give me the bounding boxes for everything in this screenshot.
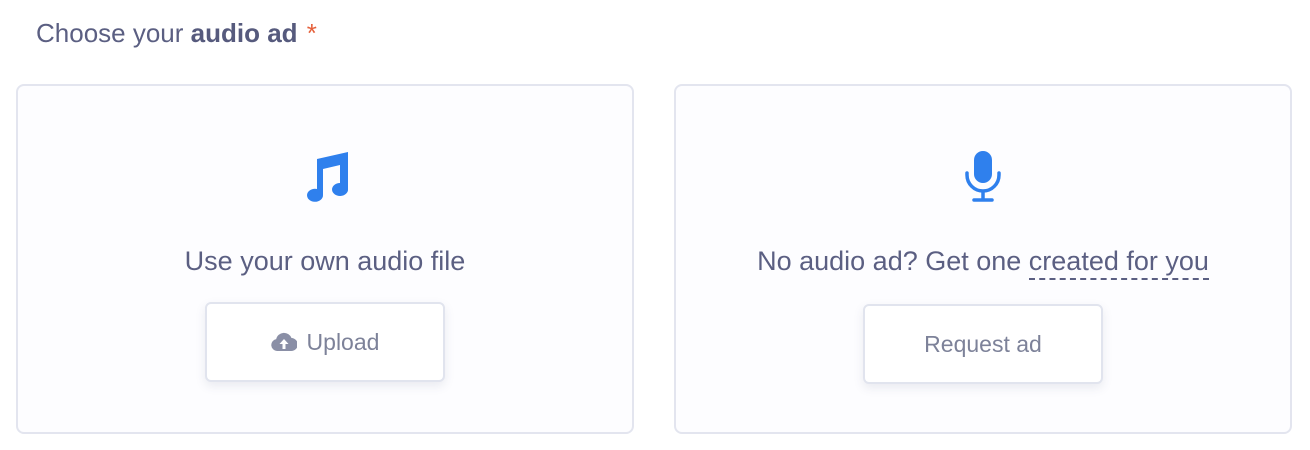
- upload-button[interactable]: Upload: [205, 302, 445, 382]
- request-ad-button-label: Request ad: [924, 330, 1042, 357]
- section-heading: Choose your audio ad *: [36, 16, 317, 50]
- microphone-icon: [957, 150, 1009, 202]
- request-ad-button[interactable]: Request ad: [863, 304, 1103, 384]
- heading-bold: audio ad: [190, 18, 298, 48]
- created-for-you-link[interactable]: created for you: [1028, 246, 1209, 280]
- own-audio-card[interactable]: Use your own audio file Upload: [16, 84, 634, 434]
- cloud-upload-icon: [270, 331, 297, 353]
- upload-button-label: Upload: [306, 328, 380, 355]
- music-note-icon: [299, 150, 351, 202]
- request-ad-text-prefix: No audio ad? Get one: [757, 246, 1029, 276]
- audio-ad-chooser: Choose your audio ad * Use your own audi…: [0, 0, 1310, 450]
- heading-prefix: Choose your: [36, 18, 184, 48]
- request-ad-card[interactable]: No audio ad? Get one created for you Req…: [674, 84, 1292, 434]
- own-audio-text: Use your own audio file: [184, 246, 466, 276]
- required-marker: *: [306, 18, 317, 48]
- request-ad-text: No audio ad? Get one created for you: [676, 242, 1290, 280]
